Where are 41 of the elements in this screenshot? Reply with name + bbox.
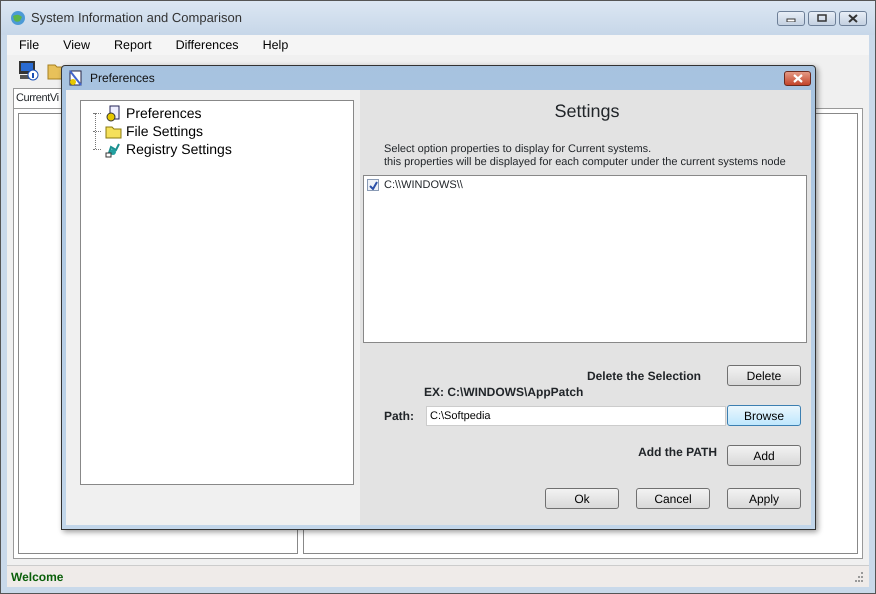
document-icon — [68, 70, 84, 86]
check-icon — [368, 180, 378, 190]
delete-label: Delete the Selection — [586, 368, 701, 384]
dialog-title: Preferences — [90, 70, 155, 87]
path-field[interactable]: C:\Softpedia — [426, 406, 726, 426]
description-text: Select option properties to display for Current systems. — [384, 143, 652, 156]
menu-item[interactable]: Report — [102, 36, 164, 54]
close-icon — [792, 74, 804, 82]
close-button[interactable] — [784, 70, 811, 86]
maximize-icon — [817, 14, 827, 22]
add-label: Add the PATH — [638, 444, 717, 460]
delete-button[interactable]: Delete — [727, 365, 801, 386]
resize-grip-icon[interactable] — [853, 572, 863, 582]
menu-item[interactable]: Differences — [164, 36, 251, 54]
minimize-button[interactable] — [777, 10, 805, 26]
tree-item[interactable]: Registry Settings — [126, 138, 232, 160]
example-text: EX: C:\WINDOWS\AppPatch — [424, 384, 584, 401]
window-title: System Information and Comparison — [31, 9, 242, 28]
checkbox[interactable] — [367, 179, 379, 192]
status-text: Welcome — [11, 568, 64, 586]
settings-document-icon — [105, 104, 122, 122]
close-button[interactable] — [839, 10, 867, 26]
settings-heading: Settings — [553, 100, 621, 123]
menu-item[interactable]: View — [51, 36, 102, 54]
description-text: this properties will be displayed for each computer under the current systems node — [384, 156, 787, 169]
dialog-button[interactable]: Apply — [727, 488, 801, 509]
globe-icon — [10, 10, 26, 26]
dialog-button[interactable]: Cancel — [636, 488, 710, 509]
tab[interactable]: CurrentVi — [13, 88, 62, 108]
path-label: Path: — [384, 408, 415, 424]
maximize-button[interactable] — [808, 10, 836, 26]
computer-info-icon[interactable] — [17, 59, 39, 81]
browse-button[interactable]: Browse — [727, 405, 801, 426]
add-button[interactable]: Add — [727, 445, 801, 466]
menu-item[interactable]: File — [7, 36, 52, 54]
list-item[interactable]: C:\\WINDOWS\\ — [384, 177, 463, 194]
menu-item[interactable]: Help — [250, 36, 300, 54]
dialog-button[interactable]: Ok — [545, 488, 619, 509]
tree-item[interactable]: File Settings — [126, 120, 204, 142]
tree-item[interactable]: Preferences — [126, 102, 202, 124]
close-icon — [847, 14, 859, 22]
